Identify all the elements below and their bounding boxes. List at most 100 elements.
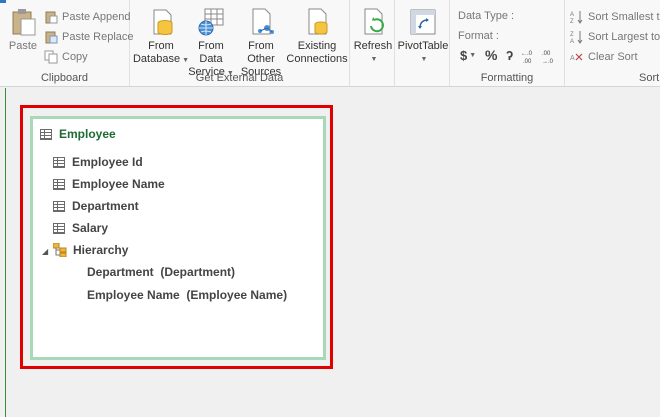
field-employee-name[interactable]: Employee Name [53, 177, 165, 191]
formatting-group-label: Formatting [480, 72, 534, 84]
from-data-service-line1: From Data [198, 40, 224, 65]
paste-append-icon [44, 10, 58, 24]
existing-connections-button[interactable]: Existing Connections [286, 6, 348, 66]
paste-replace-button[interactable]: Paste Replace [44, 30, 134, 44]
column-icon [53, 178, 65, 190]
field-employee-id[interactable]: Employee Id [53, 155, 143, 169]
copy-button[interactable]: Copy [44, 50, 88, 64]
from-other-sources-line1: From Other [247, 40, 275, 65]
increase-decimal-icon: ←.0 .00 [521, 51, 533, 64]
pivottable-icon [407, 6, 439, 38]
svg-text:A: A [570, 39, 574, 44]
svg-text:.00: .00 [523, 59, 532, 64]
paste-label: Paste [8, 40, 38, 52]
currency-button[interactable]: $ ▼ [460, 48, 476, 63]
table-icon [40, 128, 52, 140]
sort-smallest-label: Sort Smallest to [588, 11, 660, 23]
clear-sort-button[interactable]: A Clear Sort [570, 50, 638, 64]
column-icon [53, 222, 65, 234]
sort-ascending-icon: AZ [570, 10, 584, 25]
sort-group: AZ Sort Smallest to ZA Sort Largest to S… [565, 0, 660, 86]
from-other-sources-button[interactable]: From Other Sources [234, 6, 288, 79]
svg-text:.00: .00 [542, 51, 551, 57]
ribbon: Paste Paste Append Paste Replace Copy Cl… [0, 0, 660, 87]
sort-smallest-button[interactable]: AZ Sort Smallest to [570, 10, 660, 25]
data-service-icon [195, 6, 227, 38]
from-database-line2: Database [132, 53, 181, 65]
field-label: Employee Name [72, 177, 165, 191]
clipboard-group: Paste Paste Append Paste Replace Copy Cl… [0, 0, 134, 86]
employee-table-card[interactable]: Employee Employee Id Employee Name Depar… [30, 116, 326, 360]
paste-replace-label: Paste Replace [62, 31, 134, 43]
decrease-decimal-icon: .00 →.0 [542, 51, 554, 64]
hierarchy-label: Hierarchy [73, 243, 129, 257]
database-icon [145, 6, 177, 38]
percent-icon: % [485, 47, 498, 63]
table-name: Employee [59, 127, 116, 141]
svg-text:←.0: ←.0 [521, 51, 533, 57]
existing-connections-line1: Existing [297, 40, 337, 52]
external-data-group-label: Get External Data [195, 72, 284, 84]
format-label: Format : [458, 30, 499, 42]
hierarchy-node[interactable]: Hierarchy [52, 242, 129, 258]
paste-button[interactable]: Paste [6, 6, 40, 53]
field-label: Employee Id [72, 155, 143, 169]
hierarchy-icon [52, 242, 67, 258]
svg-text:A: A [570, 55, 575, 62]
decrease-decimal-button[interactable]: .00 →.0 [542, 48, 560, 64]
clear-sort-icon: A [570, 50, 584, 64]
hierarchy-level-department[interactable]: Department (Department) [87, 265, 235, 279]
field-label: Department [72, 199, 139, 213]
refresh-label: Refresh [353, 40, 393, 52]
comma-style-button[interactable]: ʔ [506, 48, 513, 63]
from-data-service-button[interactable]: From Data Service ▼ [186, 6, 236, 80]
increase-decimal-button[interactable]: ←.0 .00 [521, 48, 539, 64]
canvas-left-border [5, 88, 6, 417]
from-database-line1: From [148, 40, 174, 52]
refresh-caret-icon: ▼ [370, 56, 378, 63]
percent-button[interactable]: % [485, 47, 497, 63]
table-title[interactable]: Employee [40, 127, 116, 141]
paste-icon [7, 6, 39, 38]
column-icon [53, 200, 65, 212]
data-type-label: Data Type : [458, 10, 515, 22]
field-label: Salary [72, 221, 109, 235]
from-database-button[interactable]: From Database ▼ [132, 6, 189, 67]
pivot-group: PivotTable ▼ [395, 0, 450, 86]
svg-text:Z: Z [570, 19, 574, 24]
hierarchy-level-employee-name[interactable]: Employee Name (Employee Name) [87, 288, 287, 302]
paste-append-label: Paste Append [62, 11, 131, 23]
currency-caret-icon: ▼ [469, 52, 477, 59]
sort-group-label: Sort [639, 72, 660, 84]
hierarchy-level-label: Employee Name (Employee Name) [87, 288, 288, 302]
clipboard-group-label: Clipboard [40, 72, 89, 84]
data-type-dropdown[interactable]: Data Type : [458, 10, 514, 22]
refresh-group: Refresh ▼ [350, 0, 395, 86]
sort-descending-icon: ZA [570, 30, 584, 45]
formatting-group: Data Type : Format : $ ▼ % ʔ ←.0 .00 .00 … [450, 0, 565, 86]
svg-text:→.0: →.0 [542, 59, 554, 64]
pivottable-label: PivotTable [397, 40, 449, 52]
copy-label: Copy [62, 51, 88, 63]
external-data-group: From Database ▼ From Data Service ▼ From… [130, 0, 350, 86]
paste-replace-icon [44, 30, 58, 44]
comma-style-icon: ʔ [506, 48, 514, 63]
clear-sort-label: Clear Sort [588, 51, 638, 63]
paste-append-button[interactable]: Paste Append [44, 10, 131, 24]
sort-largest-label: Sort Largest to S [588, 31, 660, 43]
sort-largest-button[interactable]: ZA Sort Largest to S [570, 30, 660, 45]
refresh-icon [357, 6, 389, 38]
format-dropdown[interactable]: Format : [458, 30, 499, 42]
collapse-triangle-icon[interactable]: ◢ [42, 247, 48, 256]
pivottable-button[interactable]: PivotTable ▼ [397, 6, 449, 66]
refresh-button[interactable]: Refresh ▼ [354, 6, 392, 66]
svg-text:Z: Z [570, 32, 574, 38]
hierarchy-level-label: Department (Department) [87, 265, 236, 279]
other-sources-icon [245, 6, 277, 38]
field-salary[interactable]: Salary [53, 221, 108, 235]
copy-icon [44, 50, 58, 64]
column-icon [53, 156, 65, 168]
existing-connections-line2: Connections [286, 53, 348, 65]
existing-connections-icon [301, 6, 333, 38]
field-department[interactable]: Department [53, 199, 139, 213]
